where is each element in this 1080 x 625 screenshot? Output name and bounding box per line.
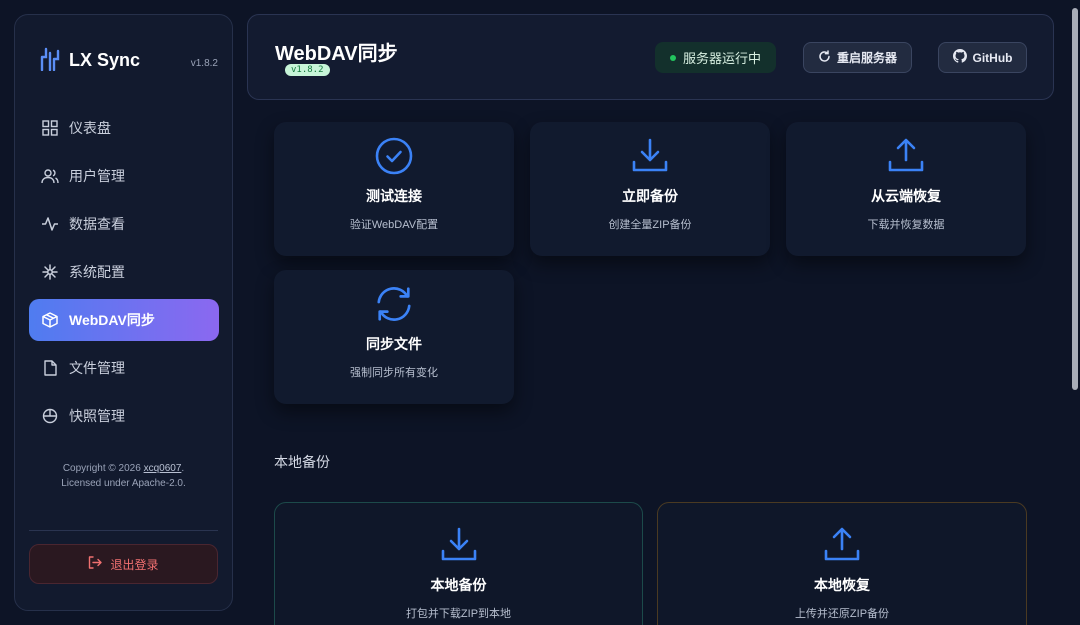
- card-title: 本地备份: [430, 577, 487, 593]
- refresh-icon: [818, 49, 831, 66]
- sidebar-item-label: WebDAV同步: [69, 312, 155, 328]
- brand-title: LX Sync: [69, 50, 141, 70]
- settings-icon: [41, 263, 59, 281]
- sidebar-divider: [29, 530, 218, 531]
- page-title: WebDAV同步: [275, 43, 398, 65]
- logout-icon: [88, 556, 103, 572]
- card-title: 立即备份: [622, 188, 678, 204]
- card-subtitle: 下载并恢复数据: [867, 219, 945, 231]
- sidebar-item-snapshots[interactable]: 快照管理: [29, 395, 219, 432]
- card-title: 测试连接: [366, 188, 422, 204]
- restore-from-cloud-card[interactable]: 从云端恢复 下载并恢复数据: [786, 122, 1026, 256]
- server-status-text: 服务器运行中: [682, 51, 761, 66]
- copyright-suffix: .: [181, 463, 185, 474]
- sidebar-item-label: 仪表盘: [69, 120, 111, 136]
- card-subtitle: 打包并下载ZIP到本地: [405, 608, 512, 620]
- sync-files-card[interactable]: 同步文件 强制同步所有变化: [274, 270, 514, 404]
- file-icon: [41, 359, 59, 377]
- sidebar-item-label: 数据查看: [69, 216, 125, 232]
- test-connection-card[interactable]: 测试连接 验证WebDAV配置: [274, 122, 514, 256]
- card-subtitle: 创建全量ZIP备份: [608, 219, 692, 231]
- logout-label: 退出登录: [110, 557, 159, 572]
- page-scrollbar[interactable]: [1072, 8, 1078, 390]
- backup-now-card[interactable]: 立即备份 创建全量ZIP备份: [530, 122, 770, 256]
- copyright-prefix: Copyright © 2026: [62, 463, 144, 474]
- restart-server-button[interactable]: 重启服务器: [803, 42, 912, 73]
- sidebar-item-dashboard[interactable]: 仪表盘: [29, 107, 219, 149]
- sidebar-item-config[interactable]: 系统配置: [29, 251, 219, 293]
- sidebar-item-data[interactable]: 数据查看: [29, 203, 219, 245]
- copyright-line: Copyright © 2026 xcq0607.: [15, 461, 232, 476]
- logo-icon: [39, 45, 61, 76]
- local-backup-section-title: 本地备份: [274, 454, 330, 470]
- brand-version: v1.8.2: [190, 58, 218, 69]
- card-subtitle: 强制同步所有变化: [350, 367, 438, 379]
- license-text: Licensed under Apache-2.0.: [61, 478, 186, 489]
- card-title: 同步文件: [366, 336, 422, 352]
- sidebar-footer: Copyright © 2026 xcq0607. Licensed under…: [15, 461, 232, 491]
- logout-button[interactable]: 退出登录: [29, 544, 218, 584]
- snapshot-icon: [41, 407, 59, 425]
- sidebar-item-label: 用户管理: [69, 168, 125, 184]
- sidebar-item-label: 文件管理: [69, 360, 125, 376]
- download-icon: [630, 136, 670, 176]
- cube-icon: [41, 311, 59, 329]
- sidebar-item-files[interactable]: 文件管理: [29, 347, 219, 389]
- version-badge: v1.8.2: [285, 64, 330, 76]
- status-dot-icon: [669, 54, 676, 61]
- card-title: 从云端恢复: [871, 188, 941, 204]
- sidebar-item-webdav[interactable]: WebDAV同步: [29, 299, 219, 341]
- sidebar-item-label: 系统配置: [69, 264, 125, 280]
- activity-icon: [41, 215, 59, 233]
- github-button[interactable]: GitHub: [938, 42, 1027, 73]
- card-subtitle: 验证WebDAV配置: [349, 219, 439, 231]
- page-header: WebDAV同步 v1.8.2 服务器运行中 重启服务器 GitHub: [247, 14, 1054, 100]
- restart-server-label: 重启服务器: [836, 51, 897, 65]
- refresh-icon: [374, 284, 414, 324]
- grid-icon: [41, 119, 59, 137]
- card-title: 本地恢复: [814, 577, 870, 593]
- sidebar-nav: 仪表盘 用户管理 数据查看 系统配置 WebDAV同步 文件管理 快照管理: [29, 107, 219, 432]
- local-backup-card[interactable]: 本地备份 打包并下载ZIP到本地: [274, 502, 643, 625]
- users-icon: [41, 167, 59, 185]
- author-link[interactable]: xcq0607: [144, 463, 182, 474]
- github-icon: [952, 49, 967, 66]
- server-status-badge: 服务器运行中: [655, 42, 776, 73]
- upload-icon: [822, 525, 862, 565]
- brand[interactable]: LX Sync: [39, 45, 140, 76]
- sidebar-item-label: 快照管理: [69, 408, 125, 424]
- card-subtitle: 上传并还原ZIP备份: [794, 608, 890, 620]
- download-icon: [439, 525, 479, 565]
- sidebar: LX Sync v1.8.2 仪表盘 用户管理 数据查看 系统配置 WebDAV…: [14, 14, 233, 611]
- check-circle-icon: [374, 136, 414, 176]
- sidebar-item-users[interactable]: 用户管理: [29, 155, 219, 197]
- upload-icon: [886, 136, 926, 176]
- github-label: GitHub: [972, 50, 1013, 65]
- local-restore-card[interactable]: 本地恢复 上传并还原ZIP备份: [657, 502, 1027, 625]
